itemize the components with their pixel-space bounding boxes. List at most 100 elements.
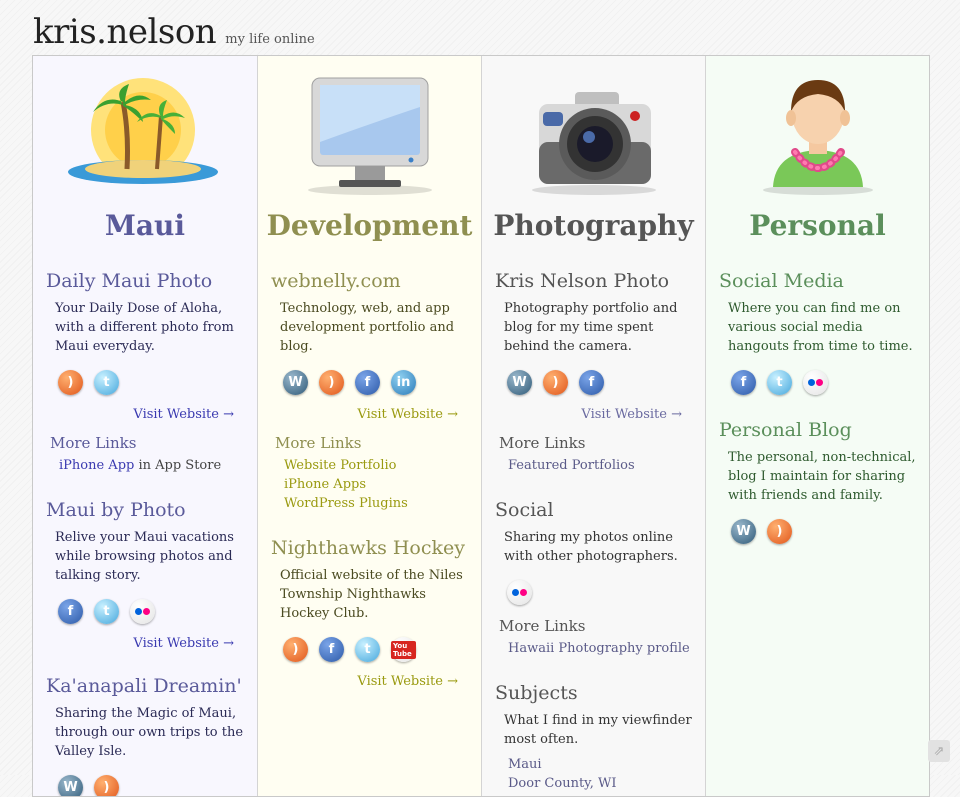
site-title[interactable]: kris.nelson	[33, 12, 217, 52]
more-links-title: More Links	[275, 434, 362, 452]
webnelly-section: webnelly.com Technology, web, and app de…	[258, 269, 481, 513]
wordpress-icon[interactable]: W	[731, 519, 756, 544]
maui-by-photo-section: Maui by Photo Relive your Maui vacations…	[33, 498, 257, 651]
list-item[interactable]: Hawaii Photography profile	[508, 639, 692, 658]
linkedin-icon[interactable]: in	[391, 370, 416, 395]
section-title[interactable]: Social Media	[719, 269, 916, 293]
personal-hero	[706, 56, 929, 206]
list-item[interactable]: Maui	[508, 755, 692, 774]
rss-icon[interactable]: )	[543, 370, 568, 395]
more-links-list: Hawaii Photography profile	[495, 639, 692, 658]
visit-website-link[interactable]: Visit Website →	[495, 407, 682, 422]
section-description: Sharing the Magic of Maui, through our o…	[55, 706, 244, 759]
list-item[interactable]: Website Portfolio	[284, 456, 468, 475]
featured-portfolios-link[interactable]: Featured Portfolios	[508, 458, 635, 473]
list-item[interactable]: Featured Portfolios	[508, 456, 692, 475]
section-description: Sharing my photos online with other phot…	[504, 530, 678, 564]
daily-maui-photo-section: Daily Maui Photo Your Daily Dose of Aloh…	[33, 269, 257, 475]
section-description: Your Daily Dose of Aloha, with a differe…	[55, 301, 234, 354]
visit-website-link[interactable]: Visit Website →	[46, 407, 234, 422]
development-column: Development webnelly.com Technology, web…	[257, 56, 481, 796]
category-columns: Maui Daily Maui Photo Your Daily Dose of…	[32, 55, 930, 797]
section-title[interactable]: Social	[495, 498, 692, 522]
section-description: What I find in my viewfinder most often.	[504, 713, 692, 747]
list-item[interactable]: iPhone Apps	[284, 475, 468, 494]
more-links-title: More Links	[499, 617, 586, 635]
wordpress-icon[interactable]: W	[58, 775, 83, 796]
nighthawks-hockey-section: Nighthawks Hockey Official website of th…	[258, 536, 481, 689]
facebook-icon[interactable]: f	[58, 599, 83, 624]
section-title[interactable]: webnelly.com	[271, 269, 468, 293]
subjects-section: Subjects What I find in my viewfinder mo…	[482, 681, 705, 793]
maui-column-title: Maui	[104, 209, 186, 242]
flickr-icon[interactable]	[507, 580, 532, 605]
more-links-list: iPhone App in App Store	[46, 456, 244, 475]
visit-website-link[interactable]: Visit Website →	[46, 636, 234, 651]
maui-hero	[33, 56, 257, 206]
section-title[interactable]: Daily Maui Photo	[46, 269, 244, 293]
twitter-icon[interactable]: t	[767, 370, 792, 395]
kaanapali-dreamin-section: Ka'anapali Dreamin' Sharing the Magic of…	[33, 674, 257, 796]
flickr-icon[interactable]	[803, 370, 828, 395]
section-title[interactable]: Nighthawks Hockey	[271, 536, 468, 560]
iphone-apps-link[interactable]: iPhone Apps	[284, 477, 366, 492]
section-title[interactable]: Ka'anapali Dreamin'	[46, 674, 244, 698]
camera-icon	[531, 92, 656, 195]
section-description: Official website of the Niles Township N…	[280, 568, 463, 621]
subjects-list: Maui Door County, WI	[495, 755, 692, 793]
twitter-icon[interactable]: t	[355, 637, 380, 662]
island-palm-icon	[68, 78, 218, 184]
visit-website-link[interactable]: Visit Website →	[271, 674, 458, 689]
person-lei-icon	[762, 80, 873, 195]
website-portfolio-link[interactable]: Website Portfolio	[284, 458, 396, 473]
section-title[interactable]: Subjects	[495, 681, 692, 705]
maui-column: Maui Daily Maui Photo Your Daily Dose of…	[33, 56, 257, 796]
personal-column: Personal Social Media Where you can find…	[705, 56, 929, 796]
visit-website-link[interactable]: Visit Website →	[271, 407, 458, 422]
section-description: Technology, web, and app development por…	[280, 301, 455, 354]
maui-subject-link[interactable]: Maui	[508, 757, 542, 772]
door-county-subject-link[interactable]: Door County, WI	[508, 776, 617, 791]
iphone-app-link[interactable]: iPhone App	[59, 458, 134, 473]
hawaii-photography-profile-link[interactable]: Hawaii Photography profile	[508, 641, 690, 656]
facebook-icon[interactable]: f	[731, 370, 756, 395]
facebook-icon[interactable]: f	[579, 370, 604, 395]
development-hero	[258, 56, 481, 206]
section-description: Photography portfolio and blog for my ti…	[504, 301, 678, 354]
wordpress-icon[interactable]: W	[283, 370, 308, 395]
monitor-icon	[307, 77, 432, 195]
facebook-icon[interactable]: f	[319, 637, 344, 662]
more-links-list: Featured Portfolios	[495, 456, 692, 475]
youtube-icon[interactable]: You Tube	[391, 637, 416, 662]
share-icon[interactable]: ⇗	[928, 740, 950, 762]
list-item: iPhone App in App Store	[59, 458, 222, 473]
site-tagline: my life online	[225, 32, 315, 47]
section-title[interactable]: Personal Blog	[719, 418, 916, 442]
rss-icon[interactable]: )	[767, 519, 792, 544]
list-item[interactable]: Door County, WI	[508, 774, 692, 793]
photography-hero	[482, 56, 705, 206]
list-item[interactable]: WordPress Plugins	[284, 494, 468, 513]
kris-nelson-photo-section: Kris Nelson Photo Photography portfolio …	[482, 269, 705, 475]
social-section: Social Sharing my photos online with oth…	[482, 498, 705, 658]
rss-icon[interactable]: )	[58, 370, 83, 395]
rss-icon[interactable]: )	[283, 637, 308, 662]
section-description: The personal, non-technical, blog I main…	[728, 450, 916, 503]
section-title[interactable]: Maui by Photo	[46, 498, 244, 522]
wordpress-icon[interactable]: W	[507, 370, 532, 395]
more-links-title: More Links	[50, 434, 137, 452]
photography-column-title: Photography	[493, 209, 694, 242]
social-media-section: Social Media Where you can find me on va…	[706, 269, 929, 395]
twitter-icon[interactable]: t	[94, 370, 119, 395]
rss-icon[interactable]: )	[94, 775, 119, 796]
development-column-title: Development	[266, 209, 473, 242]
rss-icon[interactable]: )	[319, 370, 344, 395]
facebook-icon[interactable]: f	[355, 370, 380, 395]
flickr-icon[interactable]	[130, 599, 155, 624]
twitter-icon[interactable]: t	[94, 599, 119, 624]
section-title[interactable]: Kris Nelson Photo	[495, 269, 692, 293]
photography-column: Photography Kris Nelson Photo Photograph…	[481, 56, 705, 796]
site-header: kris.nelson my life online	[33, 12, 315, 52]
personal-blog-section: Personal Blog The personal, non-technica…	[706, 418, 929, 544]
wordpress-plugins-link[interactable]: WordPress Plugins	[284, 496, 408, 511]
